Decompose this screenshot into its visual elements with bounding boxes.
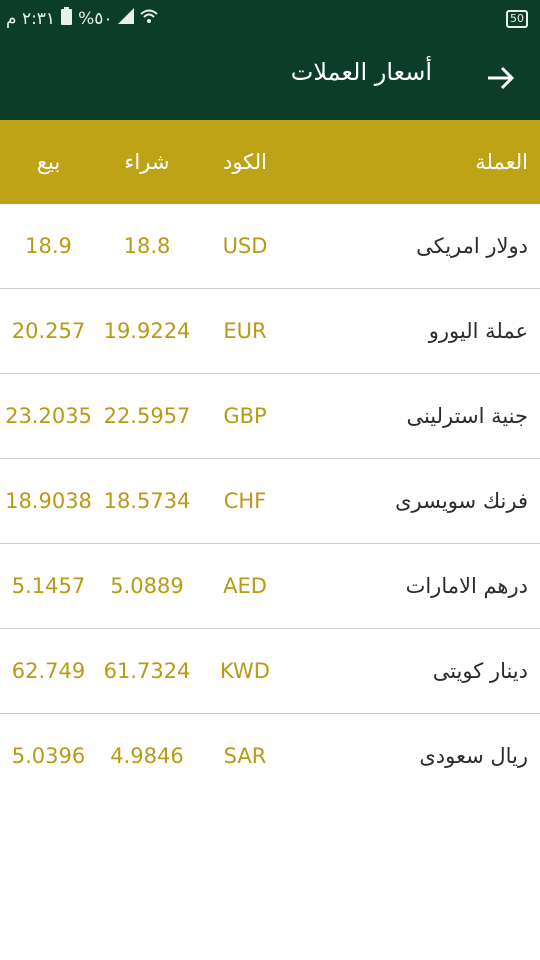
back-arrow-icon[interactable] — [482, 60, 518, 96]
column-header-currency: العملة — [475, 150, 528, 174]
battery-badge: 50 — [506, 10, 528, 28]
table-row[interactable]: فرنك سويسرى CHF 18.5734 18.9038 — [0, 459, 540, 544]
page-title: أسعار العملات — [290, 58, 432, 86]
buy-price: 4.9846 — [110, 744, 184, 768]
table-row[interactable]: دولار امريكى USD 18.8 18.9 — [0, 204, 540, 289]
currency-name: فرنك سويسرى — [395, 489, 528, 513]
currency-code: GBP — [223, 404, 267, 428]
sell-price: 18.9 — [25, 234, 72, 258]
buy-price: 5.0889 — [110, 574, 184, 598]
status-time: ٢:٣١ م — [6, 8, 56, 29]
status-bar: ٢:٣١ م %٥٠ 50 — [0, 0, 540, 36]
battery-percent: %٥٠ — [78, 8, 113, 29]
sell-price: 23.2035 — [5, 404, 92, 428]
currency-name: ريال سعودى — [419, 744, 528, 768]
status-right: 50 — [506, 7, 528, 28]
table-row[interactable]: جنية استرلينى GBP 22.5957 23.2035 — [0, 374, 540, 459]
currency-code: CHF — [223, 489, 267, 513]
wifi-icon — [140, 8, 159, 29]
currency-code: EUR — [223, 319, 267, 343]
battery-icon — [61, 7, 73, 30]
column-header-sell: بيع — [36, 150, 61, 174]
table-row[interactable]: ريال سعودى SAR 4.9846 5.0396 — [0, 714, 540, 798]
column-header-code: الكود — [222, 150, 268, 174]
buy-price: 61.7324 — [103, 659, 191, 683]
currency-code: AED — [223, 574, 267, 598]
currency-name: عملة اليورو — [428, 319, 528, 343]
column-header-buy: شراء — [124, 150, 170, 174]
sell-price: 18.9038 — [5, 489, 92, 513]
buy-price: 19.9224 — [103, 319, 191, 343]
table-row[interactable]: دينار كويتى KWD 61.7324 62.749 — [0, 629, 540, 714]
table-row[interactable]: عملة اليورو EUR 19.9224 20.257 — [0, 289, 540, 374]
currency-name: درهم الامارات — [405, 574, 528, 598]
currency-name: دولار امريكى — [416, 234, 528, 258]
currency-name: دينار كويتى — [432, 659, 528, 683]
sell-price: 62.749 — [11, 659, 86, 683]
sell-price: 5.1457 — [11, 574, 86, 598]
sell-price: 5.0396 — [11, 744, 86, 768]
status-left: ٢:٣١ م %٥٠ — [6, 7, 159, 30]
signal-icon — [118, 8, 135, 29]
buy-price: 18.5734 — [103, 489, 191, 513]
currency-name: جنية استرلينى — [406, 404, 528, 428]
currency-code: KWD — [220, 659, 270, 683]
buy-price: 18.8 — [123, 234, 171, 258]
buy-price: 22.5957 — [103, 404, 191, 428]
currency-list: دولار امريكى USD 18.8 18.9 عملة اليورو E… — [0, 204, 540, 798]
currency-code: USD — [222, 234, 268, 258]
app-bar: أسعار العملات — [0, 36, 540, 120]
table-header: العملة الكود شراء بيع — [0, 120, 540, 204]
table-row[interactable]: درهم الامارات AED 5.0889 5.1457 — [0, 544, 540, 629]
currency-code: SAR — [223, 744, 267, 768]
sell-price: 20.257 — [11, 319, 86, 343]
